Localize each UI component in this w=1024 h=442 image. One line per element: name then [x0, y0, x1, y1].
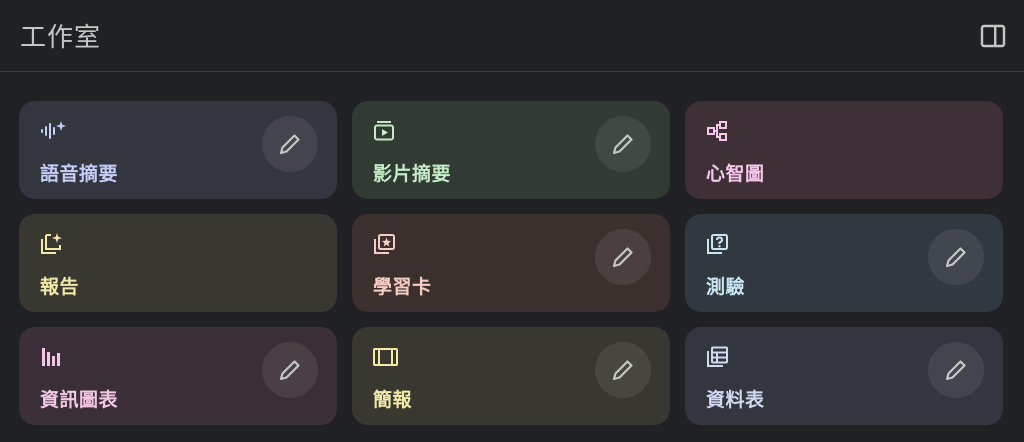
edit-button[interactable] [928, 229, 984, 285]
card-label: 資訊圖表 [40, 389, 119, 411]
video-play-icon [374, 121, 394, 141]
pencil-icon [612, 247, 633, 268]
collapse-panel-button[interactable] [978, 21, 1008, 51]
edit-button[interactable] [262, 116, 318, 172]
page-title: 工作室 [20, 23, 102, 53]
audio-sparkle-icon [41, 121, 66, 139]
pencil-icon [279, 360, 300, 381]
quiz-icon [707, 234, 728, 254]
card-label: 學習卡 [373, 276, 432, 298]
pencil-icon [279, 134, 300, 155]
infographic-icon [42, 348, 60, 366]
card-label: 資料表 [706, 389, 765, 411]
card-quiz[interactable]: 測驗 [685, 214, 1003, 312]
slides-icon [373, 348, 398, 366]
edit-button[interactable] [262, 342, 318, 398]
pencil-icon [945, 247, 966, 268]
edit-button[interactable] [595, 229, 651, 285]
card-report[interactable]: 報告 [19, 214, 337, 312]
card-label: 心智圖 [706, 163, 765, 185]
pencil-icon [945, 360, 966, 381]
card-label: 語音摘要 [40, 163, 119, 185]
studio-grid: 語音摘要 影片摘要 心智圖 報告 學習卡 測驗 資訊圖表 簡報 資料表 [19, 101, 1003, 425]
edit-button[interactable] [928, 342, 984, 398]
side-panel-icon [980, 24, 1006, 47]
card-mind-map[interactable]: 心智圖 [685, 101, 1003, 199]
edit-button[interactable] [595, 116, 651, 172]
card-label: 影片摘要 [373, 163, 452, 185]
card-flashcards[interactable]: 學習卡 [352, 214, 670, 312]
edit-button[interactable] [595, 342, 651, 398]
card-video-overview[interactable]: 影片摘要 [352, 101, 670, 199]
data-table-icon [707, 346, 728, 367]
pencil-icon [612, 360, 633, 381]
card-infographic[interactable]: 資訊圖表 [19, 327, 337, 425]
card-label: 簡報 [373, 389, 413, 411]
studio-header: 工作室 [0, 0, 1024, 72]
flashcard-star-icon [374, 234, 395, 254]
card-audio-overview[interactable]: 語音摘要 [19, 101, 337, 199]
card-label: 報告 [40, 276, 80, 298]
card-data-table[interactable]: 資料表 [685, 327, 1003, 425]
card-label: 測驗 [706, 276, 746, 298]
card-slides[interactable]: 簡報 [352, 327, 670, 425]
pencil-icon [612, 134, 633, 155]
report-sparkle-icon [41, 233, 62, 254]
mind-map-icon [707, 121, 727, 141]
